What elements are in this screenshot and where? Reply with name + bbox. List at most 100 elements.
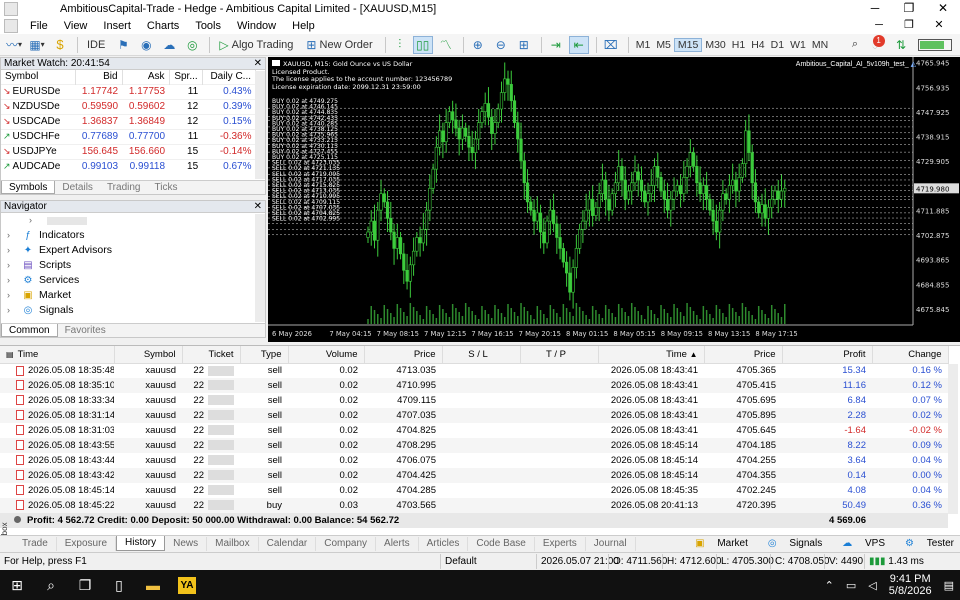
tab-articles[interactable]: Articles bbox=[419, 536, 469, 551]
col-ticket[interactable]: Ticket bbox=[182, 346, 241, 364]
new-order-button[interactable]: ⊞ New Order bbox=[301, 36, 377, 54]
signals-tab[interactable]: ◎ Signals bbox=[758, 536, 822, 551]
chart-type-icon[interactable]: 〰 ▾ bbox=[4, 36, 24, 54]
nav-market[interactable]: › ▣ Market bbox=[1, 288, 265, 303]
ide-button[interactable]: IDE bbox=[82, 36, 110, 54]
signal-icon[interactable]: ◉ bbox=[136, 36, 156, 54]
tf-h1[interactable]: H1 bbox=[729, 39, 748, 51]
windows-start-icon[interactable]: ⊞ bbox=[0, 570, 34, 600]
tab-ticks[interactable]: Ticks bbox=[147, 181, 184, 194]
history-row[interactable]: 2026.05.08 18:33:34 xauusd 22 sell 0.02 … bbox=[0, 393, 948, 408]
maximize-button[interactable]: ❐ bbox=[892, 0, 926, 17]
history-row[interactable]: 2026.05.08 18:43:42 xauusd 22 sell 0.02 … bbox=[0, 468, 948, 483]
tab-news[interactable]: News bbox=[165, 536, 208, 551]
mw-col-ask[interactable]: Ask bbox=[122, 70, 170, 84]
col-change[interactable]: Change bbox=[872, 346, 949, 364]
chart-menu-icon[interactable] bbox=[272, 60, 280, 66]
menu-help[interactable]: Help bbox=[286, 20, 325, 32]
expert-advisor-name[interactable]: Ambitious_Capital_AI_5v109h_test_ ◭ bbox=[796, 60, 916, 68]
tf-m1[interactable]: M1 bbox=[633, 39, 654, 51]
col-profit[interactable]: Profit bbox=[782, 346, 873, 364]
expand-icon[interactable]: › bbox=[7, 243, 21, 258]
col-type[interactable]: Type bbox=[240, 346, 289, 364]
navigator-scrollbar[interactable] bbox=[255, 214, 265, 322]
file-icon[interactable]: ▯ bbox=[102, 570, 136, 600]
notifications-icon[interactable]: ◔1 bbox=[868, 34, 888, 54]
templates-icon[interactable]: ▦ ▾ bbox=[27, 36, 47, 54]
mw-col-daily-change[interactable]: Daily C... bbox=[202, 70, 257, 84]
mw-symbol-cell[interactable]: ↘ USDJPYe bbox=[1, 143, 76, 159]
expand-icon[interactable]: › bbox=[7, 288, 21, 303]
col-close-price[interactable]: Price bbox=[704, 346, 783, 364]
menu-window[interactable]: Window bbox=[231, 20, 286, 32]
tab-code-base[interactable]: Code Base bbox=[468, 536, 535, 551]
tester-tab[interactable]: ⚙ Tester bbox=[895, 536, 954, 551]
chart-shift-icon[interactable]: ⇤ bbox=[568, 35, 589, 54]
tab-mailbox[interactable]: Mailbox bbox=[207, 536, 259, 551]
tray-chevron-icon[interactable]: ⌃ bbox=[825, 579, 834, 592]
nav-indicators[interactable]: › ƒ Indicators bbox=[1, 228, 265, 243]
mw-col-symbol[interactable]: Symbol bbox=[1, 70, 76, 84]
taskbar-search-icon[interactable]: ⌕ bbox=[34, 570, 68, 600]
vps-tab[interactable]: ☁ VPS bbox=[832, 536, 885, 551]
expand-icon[interactable]: › bbox=[7, 273, 21, 288]
chart-canvas[interactable]: 4765.945 4756.935 4747.925 4738.915 4729.905… bbox=[268, 57, 960, 342]
market-tab[interactable]: ▣ Market bbox=[685, 536, 748, 551]
vps-icon[interactable]: ◎ bbox=[182, 36, 202, 54]
col-volume[interactable]: Volume bbox=[288, 346, 365, 364]
history-row[interactable]: 2026.05.08 18:35:48 xauusd 22 sell 0.02 … bbox=[0, 363, 948, 378]
mw-col-spread[interactable]: Spr... bbox=[169, 70, 203, 84]
tab-trading[interactable]: Trading bbox=[100, 181, 148, 194]
trading-app-icon[interactable]: YA bbox=[170, 570, 204, 600]
tab-exposure[interactable]: Exposure bbox=[57, 536, 117, 551]
strategy-icon[interactable]: ⚑ bbox=[113, 36, 133, 54]
cloud-icon[interactable]: ☁ bbox=[159, 36, 179, 54]
market-watch-scrollbar[interactable] bbox=[255, 71, 265, 179]
market-watch-row[interactable]: ↘ EURUSDe 1.17742 1.17753 11 0.43% bbox=[1, 83, 256, 99]
col-close-time[interactable]: Time ▲ bbox=[598, 346, 705, 364]
menu-insert[interactable]: Insert bbox=[97, 20, 141, 32]
market-watch-row[interactable]: ↘ NZDUSDe 0.59590 0.59602 12 0.39% bbox=[1, 98, 256, 114]
mw-symbol-cell[interactable]: ↘ EURUSDe bbox=[1, 83, 76, 99]
nav-scripts[interactable]: › ▤ Scripts bbox=[1, 258, 265, 273]
history-scrollbar[interactable] bbox=[948, 364, 958, 514]
navigator-close-icon[interactable]: ✕ bbox=[254, 201, 262, 213]
history-row[interactable]: 2026.05.08 18:43:55 xauusd 22 sell 0.02 … bbox=[0, 438, 948, 453]
line-chart-icon[interactable]: 〽 bbox=[436, 36, 456, 54]
expand-icon[interactable]: › bbox=[7, 258, 21, 273]
candlestick-icon[interactable]: ▯▯ bbox=[412, 35, 433, 54]
screenshot-icon[interactable]: ⌧ bbox=[601, 36, 621, 54]
tf-h4[interactable]: H4 bbox=[748, 39, 767, 51]
tf-w1[interactable]: W1 bbox=[787, 39, 809, 51]
col-open-time[interactable]: ▤ Time bbox=[0, 346, 115, 364]
tab-journal[interactable]: Journal bbox=[586, 536, 636, 551]
price-chart[interactable]: 4765.945 4756.935 4747.925 4738.915 4729.905… bbox=[268, 57, 960, 342]
market-icon[interactable]: $ bbox=[50, 36, 70, 54]
tab-details[interactable]: Details bbox=[55, 181, 100, 194]
algo-trading-button[interactable]: ▷ Algo Trading bbox=[214, 36, 298, 54]
col-sl[interactable]: S / L bbox=[442, 346, 521, 364]
mdi-minimize-button[interactable]: ─ bbox=[864, 17, 894, 34]
tab-calendar[interactable]: Calendar bbox=[259, 536, 317, 551]
nav-account-item[interactable]: › bbox=[1, 213, 265, 228]
search-icon[interactable]: ⌕ bbox=[845, 36, 865, 54]
expand-icon[interactable]: › bbox=[7, 228, 21, 243]
tab-trade[interactable]: Trade bbox=[14, 536, 57, 551]
tab-company[interactable]: Company bbox=[316, 536, 377, 551]
nav-expert-advisors[interactable]: › ✦ Expert Advisors bbox=[1, 243, 265, 258]
network-icon[interactable]: ▭ bbox=[846, 579, 856, 592]
menu-view[interactable]: View bbox=[58, 20, 98, 32]
mw-symbol-cell[interactable]: ↗ AUDCADe bbox=[1, 158, 76, 174]
tf-d1[interactable]: D1 bbox=[768, 39, 787, 51]
autoscroll-icon[interactable]: ⇥ bbox=[546, 36, 566, 54]
zoom-in-icon[interactable]: ⊕ bbox=[468, 36, 488, 54]
col-symbol[interactable]: Symbol bbox=[114, 346, 183, 364]
tab-history[interactable]: History bbox=[116, 536, 166, 551]
market-watch-close-icon[interactable]: ✕ bbox=[254, 58, 262, 70]
menu-file[interactable]: File bbox=[24, 20, 58, 32]
tf-m15[interactable]: M15 bbox=[673, 37, 703, 52]
volume-icon[interactable]: ◁ bbox=[868, 579, 876, 592]
history-row[interactable]: 2026.05.08 18:43:44 xauusd 22 sell 0.02 … bbox=[0, 453, 948, 468]
col-tp[interactable]: T / P bbox=[520, 346, 599, 364]
history-row[interactable]: 2026.05.08 18:45:14 xauusd 22 sell 0.02 … bbox=[0, 483, 948, 498]
